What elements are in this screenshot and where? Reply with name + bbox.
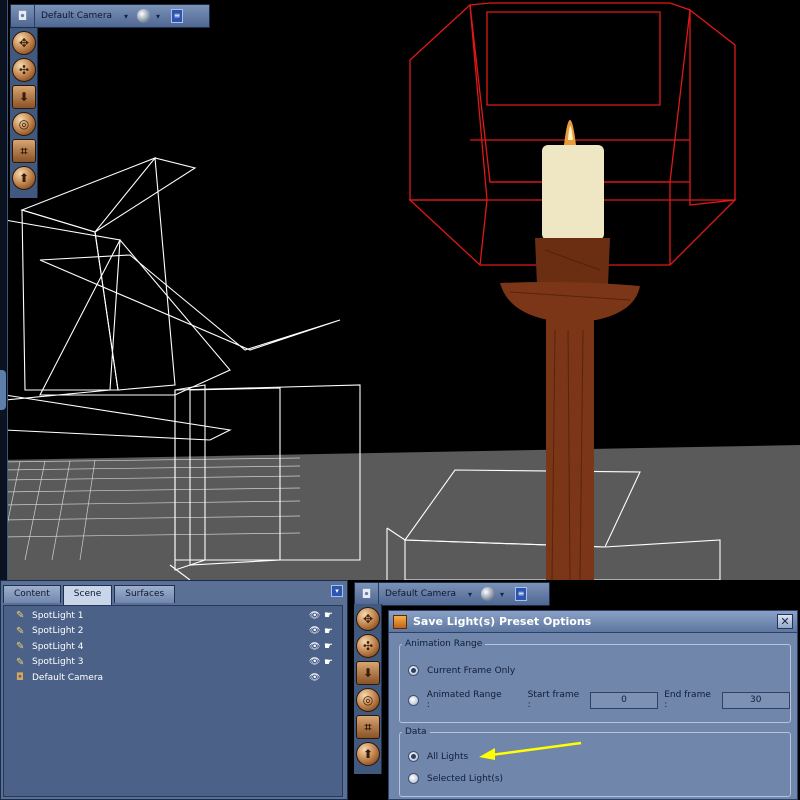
viewport-toolbar: ◘ Default Camera ▾ ▾ ≡ bbox=[10, 4, 210, 28]
annotation-arrow-icon bbox=[479, 741, 582, 760]
frame-selection-icon[interactable]: ⌗ bbox=[12, 139, 36, 163]
animation-range-group: Animation Range Current Frame Only Anima… bbox=[399, 639, 791, 723]
data-group: Data All Lights Selected Light(s) bbox=[399, 727, 791, 797]
rotate-camera-icon[interactable]: ✥ bbox=[356, 607, 380, 631]
close-button[interactable]: ✕ bbox=[777, 614, 793, 629]
spotlight-icon: ✎ bbox=[16, 641, 25, 653]
select-hand-icon[interactable]: ☛ bbox=[324, 610, 333, 621]
frame-selection-icon[interactable]: ⌗ bbox=[356, 715, 380, 739]
visibility-eye-icon[interactable]: 👁 bbox=[309, 657, 320, 667]
selected-lights-label: Selected Light(s) bbox=[427, 773, 504, 784]
scene-item-label: SpotLight 4 bbox=[32, 641, 84, 652]
render-style-icon[interactable] bbox=[481, 587, 495, 601]
render-style-chevron-icon[interactable]: ▾ bbox=[151, 12, 165, 21]
camera-icon: ◘ bbox=[11, 5, 35, 27]
dialog-title: Save Light(s) Preset Options bbox=[413, 615, 592, 628]
start-frame-label: Start frame : bbox=[527, 690, 580, 710]
scene-item-label: SpotLight 2 bbox=[32, 626, 84, 637]
rotate-camera-icon[interactable]: ✥ bbox=[12, 31, 36, 55]
pan-camera-icon[interactable]: ✣ bbox=[12, 58, 36, 82]
animated-range-label: Animated Range : bbox=[426, 690, 502, 710]
camera-selector[interactable]: Default Camera bbox=[379, 589, 463, 599]
dialog-titlebar[interactable]: Save Light(s) Preset Options bbox=[389, 611, 797, 633]
select-hand-icon[interactable]: ☛ bbox=[324, 641, 333, 652]
end-frame-label: End frame : bbox=[664, 690, 711, 710]
camera-icon: ◘ bbox=[355, 583, 379, 605]
camera-up-icon[interactable]: ⬆ bbox=[12, 166, 36, 190]
selected-lights-radio[interactable] bbox=[408, 773, 419, 784]
floor-plane bbox=[0, 445, 800, 580]
scene-item-spotlight-1[interactable]: ✎ SpotLight 1 👁 ☛ bbox=[4, 608, 342, 624]
panel-tabs: Content Scene Surfaces bbox=[1, 585, 349, 605]
selected-lights-option[interactable]: Selected Light(s) bbox=[408, 773, 503, 784]
scene-item-label: Default Camera bbox=[32, 672, 104, 683]
left-panel-strip bbox=[0, 0, 8, 580]
save-light-preset-dialog: Save Light(s) Preset Options ✕ Animation… bbox=[388, 610, 798, 800]
spotlight-icon: ✎ bbox=[16, 610, 25, 622]
end-frame-input[interactable]: 30 bbox=[721, 691, 790, 709]
visibility-eye-icon[interactable]: 👁 bbox=[309, 642, 320, 652]
orbit-camera-icon[interactable]: ◎ bbox=[12, 112, 36, 136]
dolly-camera-icon[interactable]: ⬇ bbox=[356, 661, 380, 685]
tab-content[interactable]: Content bbox=[3, 585, 61, 603]
dolly-camera-icon[interactable]: ⬇ bbox=[12, 85, 36, 109]
render-style-icon[interactable] bbox=[137, 9, 151, 23]
camera-selector[interactable]: Default Camera bbox=[35, 11, 119, 21]
spotlight-icon: ✎ bbox=[16, 656, 25, 668]
scene-item-spotlight-4[interactable]: ✎ SpotLight 4 👁 ☛ bbox=[4, 639, 342, 655]
camera-nav-column: ✥ ✣ ⬇ ◎ ⌗ ⬆ bbox=[10, 28, 38, 198]
all-lights-label: All Lights bbox=[427, 751, 469, 762]
camera-up-icon[interactable]: ⬆ bbox=[356, 742, 380, 766]
secondary-viewport-toolbar: ◘ Default Camera ▾ ▾ ≡ bbox=[354, 582, 550, 606]
pan-camera-icon[interactable]: ✣ bbox=[356, 634, 380, 658]
visibility-eye-icon[interactable]: 👁 bbox=[309, 611, 320, 621]
scene-tree: ✎ SpotLight 1 👁 ☛ ✎ SpotLight 2 👁 ☛ ✎ Sp… bbox=[3, 605, 343, 797]
spotlight-icon: ✎ bbox=[16, 625, 25, 637]
scene-canvas[interactable] bbox=[0, 0, 800, 580]
current-frame-label: Current Frame Only bbox=[427, 665, 516, 676]
scene-item-label: SpotLight 1 bbox=[32, 610, 84, 621]
main-viewport[interactable]: ◘ Default Camera ▾ ▾ ≡ ✥ ✣ ⬇ ◎ ⌗ ⬆ bbox=[0, 0, 800, 580]
visibility-eye-icon[interactable]: 👁 bbox=[309, 626, 320, 636]
visibility-eye-icon[interactable]: 👁 bbox=[309, 673, 320, 683]
animation-range-legend: Animation Range bbox=[405, 639, 483, 649]
left-panel-grip[interactable] bbox=[0, 370, 6, 410]
current-frame-option[interactable]: Current Frame Only bbox=[408, 665, 515, 676]
scene-item-label: SpotLight 3 bbox=[32, 657, 84, 668]
chevron-down-icon[interactable]: ▾ bbox=[119, 12, 133, 21]
scene-item-default-camera[interactable]: ◘ Default Camera 👁 bbox=[4, 670, 342, 686]
viewport-menu-button[interactable]: ≡ bbox=[171, 9, 183, 23]
orbit-camera-icon[interactable]: ◎ bbox=[356, 688, 380, 712]
animated-range-radio[interactable] bbox=[408, 694, 419, 706]
select-hand-icon[interactable]: ☛ bbox=[324, 626, 333, 637]
tab-scene[interactable]: Scene bbox=[62, 585, 113, 605]
render-style-chevron-icon[interactable]: ▾ bbox=[495, 590, 509, 599]
secondary-camera-nav-column: ✥ ✣ ⬇ ◎ ⌗ ⬆ bbox=[354, 604, 382, 774]
data-legend: Data bbox=[405, 727, 427, 737]
tab-surfaces[interactable]: Surfaces bbox=[114, 585, 176, 603]
start-frame-input[interactable]: 0 bbox=[589, 691, 659, 709]
chevron-down-icon[interactable]: ▾ bbox=[463, 590, 477, 599]
viewport-menu-button[interactable]: ≡ bbox=[515, 587, 527, 601]
app-icon bbox=[393, 614, 407, 629]
current-frame-radio[interactable] bbox=[408, 665, 419, 676]
scene-panel: Content Scene Surfaces ▾ ✎ SpotLight 1 👁… bbox=[0, 580, 348, 800]
select-hand-icon[interactable]: ☛ bbox=[324, 657, 333, 668]
scene-item-spotlight-2[interactable]: ✎ SpotLight 2 👁 ☛ bbox=[4, 624, 342, 640]
animated-range-option[interactable]: Animated Range : Start frame : 0 End fra… bbox=[408, 690, 790, 710]
all-lights-radio[interactable] bbox=[408, 751, 419, 762]
camera-icon: ◘ bbox=[16, 672, 24, 684]
all-lights-option[interactable]: All Lights bbox=[408, 751, 468, 762]
scene-item-spotlight-3[interactable]: ✎ SpotLight 3 👁 ☛ bbox=[4, 655, 342, 671]
panel-menu-button[interactable]: ▾ bbox=[331, 585, 343, 597]
